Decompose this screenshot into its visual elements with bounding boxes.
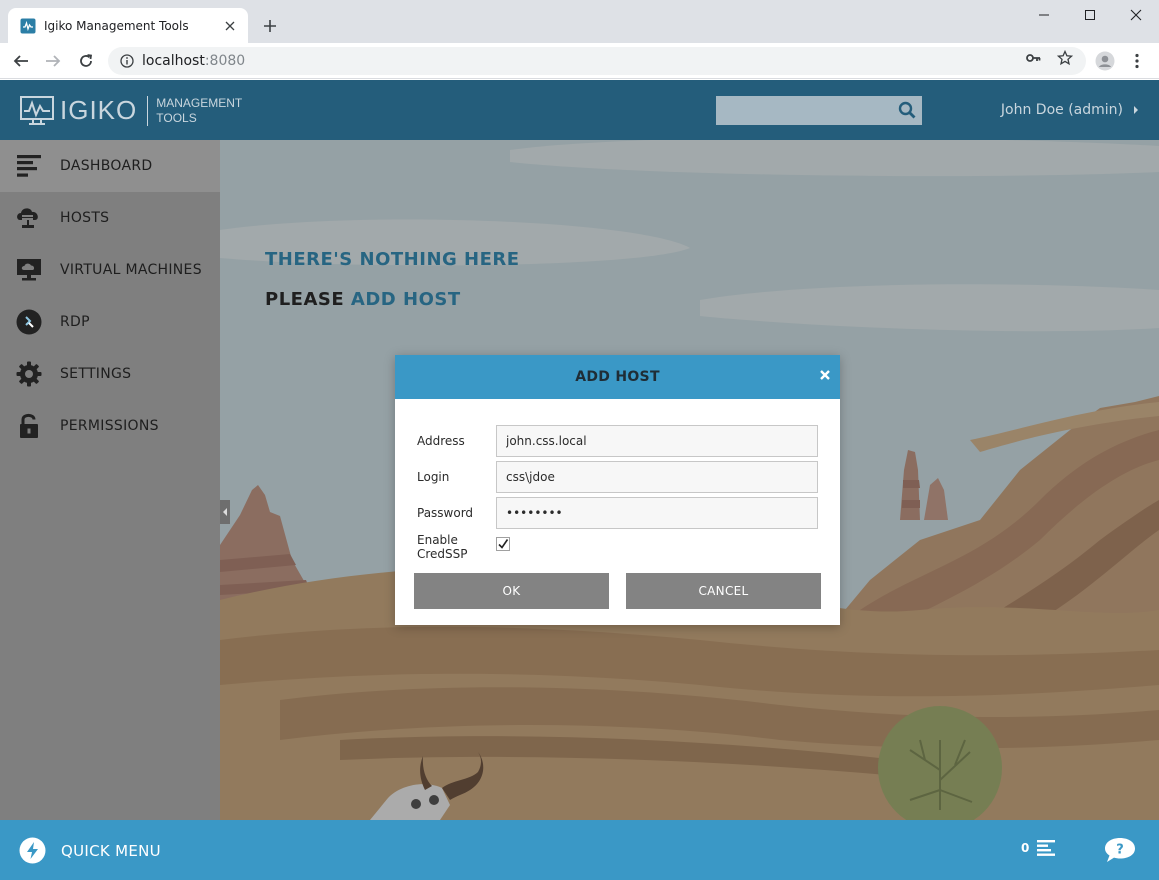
password-label: Password (417, 506, 474, 520)
logo-subtitle-line1: MANAGEMENT (156, 95, 243, 110)
app-header: IGIKO MANAGEMENT TOOLS John Doe (admin) (0, 80, 1159, 140)
logo-subtitle-line2: TOOLS (156, 110, 197, 125)
login-field[interactable] (496, 461, 818, 493)
lock-icon (16, 413, 42, 439)
gear-icon (16, 361, 42, 387)
close-icon[interactable] (818, 368, 832, 382)
task-queue-button[interactable]: 0 (1021, 840, 1056, 856)
sidebar-item-label: DASHBOARD (60, 158, 153, 174)
bottom-bar: QUICK MENU 0 ? (0, 820, 1159, 880)
quick-menu-label: QUICK MENU (61, 841, 161, 860)
tab-title: Igiko Management Tools (44, 18, 189, 33)
logo-subtitle: MANAGEMENT TOOLS (156, 96, 242, 126)
login-row: Login (417, 461, 818, 493)
sidebar-item-permissions[interactable]: PERMISSIONS (0, 400, 220, 452)
app-favicon-icon (20, 18, 36, 34)
user-menu[interactable]: John Doe (admin) (1001, 102, 1139, 118)
new-tab-button[interactable] (258, 14, 282, 38)
close-window-icon[interactable] (1113, 0, 1159, 30)
sidebar-item-virtual-machines[interactable]: VIRTUAL MACHINES (0, 244, 220, 296)
dashboard-icon (16, 153, 42, 179)
site-info-icon[interactable] (120, 54, 134, 68)
chevron-right-icon (1133, 105, 1139, 115)
app-logo[interactable]: IGIKO MANAGEMENT TOOLS (20, 95, 242, 126)
sidebar-item-label: VIRTUAL MACHINES (60, 262, 202, 278)
address-row: Address (417, 425, 818, 457)
logo-monitor-icon (20, 95, 54, 126)
empty-state-title: THERE'S NOTHING HERE (265, 249, 520, 270)
logo-divider (147, 95, 149, 126)
browser-tab[interactable]: Igiko Management Tools (8, 8, 248, 43)
url-host: localhost (142, 53, 205, 69)
key-icon[interactable] (1024, 49, 1042, 67)
sidebar-item-label: SETTINGS (60, 366, 132, 382)
login-label: Login (417, 470, 450, 484)
task-queue-count: 0 (1021, 841, 1030, 855)
sidebar-item-label: HOSTS (60, 210, 110, 226)
search-icon[interactable] (898, 101, 916, 119)
sidebar-collapse-handle[interactable] (220, 500, 230, 524)
add-host-dialog: ADD HOST Address Login Password Enable C… (395, 355, 840, 625)
hosts-icon (16, 205, 42, 231)
ok-button[interactable]: OK (414, 573, 609, 609)
tab-close-icon[interactable] (222, 18, 238, 34)
search-input[interactable] (716, 96, 892, 125)
bookmark-star-icon[interactable] (1056, 49, 1074, 67)
virtual-machines-icon (16, 257, 42, 283)
checkmark-icon (498, 539, 509, 549)
sidebar-item-label: PERMISSIONS (60, 418, 159, 434)
svg-text:?: ? (1116, 843, 1124, 858)
sidebar-item-dashboard[interactable]: DASHBOARD (0, 140, 220, 192)
user-name: John Doe (admin) (1000, 102, 1123, 118)
lightning-icon (19, 837, 46, 864)
maximize-window-icon[interactable] (1067, 0, 1113, 30)
sidebar-item-rdp[interactable]: RDP (0, 296, 220, 348)
address-bar[interactable]: localhost :8080 (108, 47, 1086, 75)
sidebar-item-label: RDP (60, 314, 90, 330)
forward-arrow-icon[interactable] (40, 48, 66, 74)
credssp-checkbox[interactable] (496, 537, 510, 551)
sidebar: DASHBOARD HOSTS VIRTUAL MACHINES RDP SET… (0, 140, 220, 820)
reload-icon[interactable] (73, 48, 99, 74)
cta-prefix: PLEASE (265, 289, 351, 310)
quick-menu-button[interactable]: QUICK MENU (19, 837, 161, 864)
help-chat-icon[interactable]: ? (1103, 836, 1137, 864)
credssp-row: Enable CredSSP (417, 533, 510, 561)
sidebar-item-hosts[interactable]: HOSTS (0, 192, 220, 244)
credssp-label: Enable CredSSP (417, 533, 468, 561)
address-field[interactable] (496, 425, 818, 457)
add-host-link[interactable]: ADD HOST (351, 289, 461, 310)
browser-toolbar: localhost :8080 (0, 43, 1159, 79)
rdp-icon (16, 309, 42, 335)
browser-tab-strip: Igiko Management Tools (0, 0, 1159, 43)
url-port: :8080 (204, 53, 246, 69)
profile-avatar-icon[interactable] (1092, 48, 1118, 74)
browser-menu-icon[interactable] (1124, 48, 1150, 74)
password-field[interactable] (496, 497, 818, 529)
dialog-header: ADD HOST (395, 355, 840, 399)
task-list-icon (1037, 840, 1056, 856)
cancel-button[interactable]: CANCEL (626, 573, 821, 609)
logo-wordmark: IGIKO (60, 95, 138, 125)
password-row: Password (417, 497, 818, 529)
back-arrow-icon[interactable] (8, 48, 34, 74)
search-box (716, 96, 922, 125)
minimize-window-icon[interactable] (1021, 0, 1067, 30)
sidebar-item-settings[interactable]: SETTINGS (0, 348, 220, 400)
address-label: Address (417, 434, 465, 448)
dialog-title: ADD HOST (575, 369, 660, 385)
empty-state-cta: PLEASE ADD HOST (265, 289, 461, 310)
